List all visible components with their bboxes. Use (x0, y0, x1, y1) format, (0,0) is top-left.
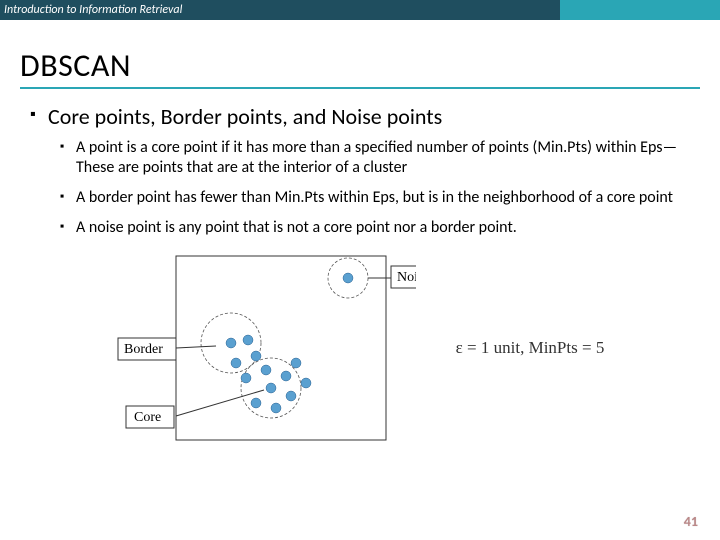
formula-text: ε = 1 unit, MinPts = 5 (456, 338, 605, 358)
header-bar: Introduction to Information Retrieval (0, 0, 720, 20)
label-noise: Noise (397, 270, 416, 285)
bullet-noise: A noise point is any point that is not a… (60, 218, 700, 238)
bullet-core: A point is a core point if it has more t… (60, 138, 700, 178)
label-border: Border (124, 342, 163, 357)
title-rule (20, 87, 700, 89)
bullet-border: A border point has fewer than Min.Pts wi… (60, 188, 700, 208)
section-heading: Core points, Border points, and Noise po… (30, 103, 700, 130)
dbscan-diagram: Noise Border Co (116, 248, 416, 448)
diagram-row: Noise Border Co (20, 248, 700, 448)
label-core: Core (134, 410, 161, 425)
slide-body: DBSCAN Core points, Border points, and N… (0, 46, 720, 448)
page-number: 41 (684, 513, 698, 530)
header-course: Introduction to Information Retrieval (0, 3, 182, 17)
header-accent (560, 0, 720, 20)
page-title: DBSCAN (20, 46, 700, 85)
